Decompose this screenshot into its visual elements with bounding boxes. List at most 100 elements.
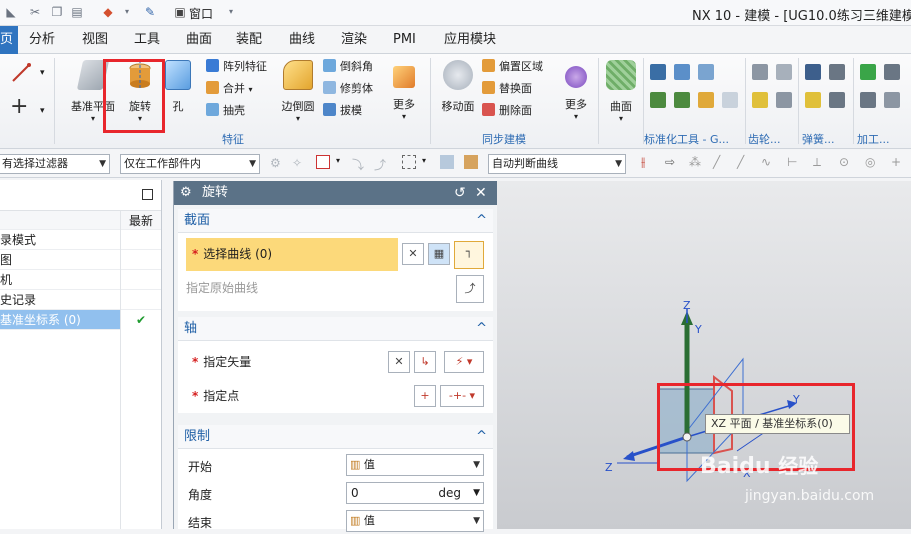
replace-face-button[interactable]: 替换面 (482, 80, 543, 98)
selection-filter-select[interactable]: 有选择过滤器 ▼ (0, 154, 110, 174)
delete-face-button[interactable]: 删除面 (482, 102, 543, 120)
draft-button[interactable]: 拔模 (323, 102, 373, 120)
angle-input[interactable]: 0 deg ▼ (346, 482, 484, 504)
navigator-row[interactable]: 机 (0, 270, 161, 290)
tool-icon[interactable] (698, 64, 714, 80)
section-header[interactable]: 截面 ^ (178, 209, 493, 233)
tab-tools[interactable]: 工具 (134, 26, 160, 54)
tab-pmi[interactable]: PMI (393, 26, 416, 54)
snap-icon[interactable] (316, 155, 330, 169)
chevron-down-icon[interactable]: ▾ (40, 106, 45, 116)
tool-icon[interactable] (674, 64, 690, 80)
snap-icon[interactable]: ⟂ (813, 155, 821, 170)
curve-rule-select[interactable]: 自动判断曲线 ▼ (488, 154, 626, 174)
machining-icon[interactable] (860, 64, 876, 80)
gear-icon[interactable] (776, 92, 792, 108)
navigator-row[interactable]: 史记录 (0, 290, 161, 310)
chevron-down-icon[interactable]: ▾ (336, 156, 340, 165)
more-sync-button[interactable]: 更多 ▾ (560, 60, 592, 121)
snap-icon[interactable]: ⤵ (352, 156, 364, 173)
edge-blend-button[interactable]: 边倒圆 ▾ (276, 60, 320, 123)
close-icon[interactable]: ✕ (475, 181, 487, 205)
spring-icon[interactable] (805, 92, 821, 108)
snap-icon[interactable]: ⚙ (270, 156, 281, 170)
tab-surface[interactable]: 曲面 (186, 26, 212, 54)
snap-icon[interactable]: ⊙ (839, 155, 849, 169)
window-menu-chevron-icon[interactable]: ▾ (224, 5, 238, 19)
tool-icon[interactable]: ✎ (143, 5, 157, 19)
snap-icon[interactable]: ✧ (292, 156, 302, 170)
start-type-select[interactable]: ▥ 值 ▼ (346, 454, 484, 476)
snap-icon[interactable]: ╱ (737, 155, 744, 169)
copy-icon[interactable]: ❐ (50, 5, 64, 19)
gear-icon[interactable] (776, 64, 792, 80)
curve-rule-icon[interactable]: ✕ (402, 243, 424, 265)
tab-curve[interactable]: 曲线 (289, 26, 315, 54)
gear-icon[interactable] (752, 64, 768, 80)
chevron-down-icon[interactable]: ▾ (40, 68, 45, 78)
tool-icon[interactable] (674, 92, 690, 108)
offset-region-button[interactable]: 偏置区域 (482, 58, 543, 76)
tool-icon[interactable] (722, 92, 738, 108)
point-dropdown[interactable]: -+- ▾ (440, 385, 484, 407)
reset-icon[interactable]: ↺ (454, 181, 466, 205)
chamfer-button[interactable]: 倒斜角 (323, 58, 373, 76)
tab-assembly[interactable]: 装配 (236, 26, 262, 54)
select-body-icon[interactable] (440, 155, 454, 169)
tool-icon[interactable] (650, 64, 666, 80)
snap-icon[interactable]: ⊢ (787, 155, 797, 169)
navigator-row-selected[interactable]: 基准坐标系 (0) ✔ (0, 310, 161, 330)
tab-applications[interactable]: 应用模块 (444, 26, 496, 54)
surface-button[interactable]: 曲面 ▾ (603, 60, 639, 123)
tab-analysis[interactable]: 分析 (29, 26, 55, 54)
snap-icon[interactable]: ⫲ (641, 155, 645, 170)
snap-icon[interactable]: ⁂ (689, 155, 701, 169)
snap-icon[interactable]: ∿ (761, 155, 771, 169)
tab-render[interactable]: 渲染 (341, 26, 367, 54)
curve-icon[interactable]: ┐ (454, 241, 484, 269)
spring-icon[interactable] (805, 64, 821, 80)
tool-icon[interactable] (650, 92, 666, 108)
column-latest-header[interactable]: 最新 (120, 211, 161, 231)
axis-header[interactable]: 轴 ^ (178, 317, 493, 341)
limits-header[interactable]: 限制 ^ (178, 425, 493, 449)
pattern-feature-button[interactable]: 阵列特征 (206, 58, 267, 76)
scope-select[interactable]: 仅在工作部件内 ▼ (120, 154, 260, 174)
snap-icon[interactable]: ⇨ (665, 155, 675, 169)
vector-icon[interactable]: ↳ (414, 351, 436, 373)
spring-icon[interactable] (829, 92, 845, 108)
select-face-icon[interactable] (464, 155, 478, 169)
select-curve-field[interactable]: * 选择曲线 (0) (186, 238, 398, 271)
window-menu[interactable]: 窗口 (189, 5, 213, 22)
line-icon[interactable] (10, 62, 32, 84)
tab-home[interactable]: 页 (0, 26, 18, 54)
vector-dropdown[interactable]: ⚡ ▾ (444, 351, 484, 373)
reverse-direction-icon[interactable]: ✕ (388, 351, 410, 373)
sketch-section-icon[interactable]: ▦ (428, 243, 450, 265)
spring-icon[interactable] (829, 64, 845, 80)
snap-icon[interactable]: ◎ (865, 155, 875, 169)
navigator-row[interactable]: 录模式 (0, 230, 161, 250)
chevron-down-icon[interactable]: ▾ (120, 5, 134, 19)
chevron-down-icon[interactable]: ▾ (422, 156, 426, 165)
hole-button[interactable]: 孔 (164, 60, 192, 114)
more-features-button[interactable]: 更多 ▾ (386, 60, 422, 121)
move-face-button[interactable]: 移动面 (438, 60, 478, 114)
origin-curve-icon[interactable]: ⤴ (456, 275, 484, 303)
point-icon[interactable]: + (10, 96, 28, 118)
tab-view[interactable]: 视图 (82, 26, 108, 54)
maximize-icon[interactable] (142, 189, 153, 200)
trim-body-button[interactable]: 修剪体 (323, 80, 373, 98)
unite-button[interactable]: 合并 ▾ (206, 80, 267, 98)
feature-icon[interactable]: ◆ (101, 5, 115, 19)
gear-icon[interactable]: ⚙ (180, 181, 192, 205)
box-select-icon[interactable] (402, 155, 416, 169)
window-icon[interactable]: ▣ (173, 5, 187, 19)
machining-icon[interactable] (884, 92, 900, 108)
tool-icon[interactable] (698, 92, 714, 108)
machining-icon[interactable] (884, 64, 900, 80)
paste-icon[interactable]: ▤ (70, 5, 84, 19)
snap-icon[interactable]: ⤴ (374, 156, 386, 173)
shell-button[interactable]: 抽壳 (206, 102, 267, 120)
snap-icon[interactable]: ╱ (713, 155, 720, 169)
